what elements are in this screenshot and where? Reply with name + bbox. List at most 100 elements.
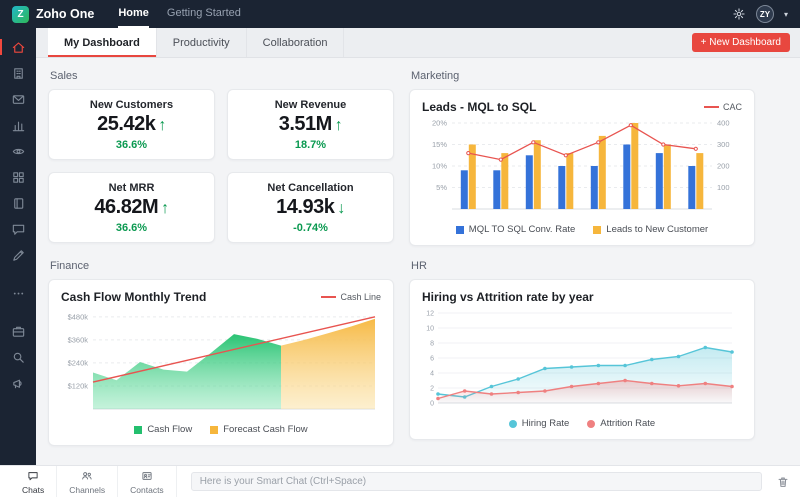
chat-tab-label: Channels	[69, 484, 106, 495]
sidebar-mail-icon[interactable]	[0, 86, 36, 112]
sidebar-organization-icon[interactable]	[0, 60, 36, 86]
tab-my-dashboard[interactable]: My Dashboard	[48, 28, 157, 57]
chat-tabs: Chats Channels Contacts	[10, 466, 177, 497]
finance-section: Finance Cash Flow Monthly Trend Cash Lin…	[48, 258, 394, 446]
marketing-section-title: Marketing	[411, 70, 460, 82]
kpi-value: 25.42k ↑	[97, 113, 166, 135]
svg-text:12: 12	[426, 311, 434, 318]
legend-swatch	[134, 425, 143, 434]
kpi-card-net-cancellation[interactable]: Net Cancellation 14.93k ↓ -0.74%	[227, 172, 394, 243]
svg-text:4: 4	[430, 371, 434, 378]
svg-text:$120k: $120k	[68, 381, 89, 390]
marketing-card-title: Leads - MQL to SQL	[422, 100, 537, 114]
hr-chart-card: Hiring vs Attrition rate by year 0 2 4 6 8 10…	[409, 279, 755, 440]
hr-section: HR Hiring vs Attrition rate by year 0 2 4 6…	[409, 258, 755, 446]
kpi-delta: 18.7%	[294, 139, 327, 151]
brand-name: Zoho One	[36, 7, 95, 21]
legend-label: Attrition Rate	[600, 418, 656, 429]
kpi-label: New Customers	[89, 99, 174, 111]
legend-item-leads-to-new-customer[interactable]: Leads to New Customer	[593, 224, 708, 235]
chatbar-tab-contacts[interactable]: Contacts	[118, 466, 177, 497]
kpi-delta: 36.6%	[115, 222, 148, 234]
sales-kpi-grid: New Customers 25.42k ↑ 36.6% New Revenue 3.51…	[48, 89, 394, 243]
sidebar-more-dots-icon[interactable]	[0, 280, 36, 306]
svg-text:10%: 10%	[432, 162, 447, 171]
legend-label: Hiring Rate	[521, 418, 570, 429]
topnav-home[interactable]: Home	[118, 0, 149, 28]
svg-text:6: 6	[430, 356, 434, 363]
kpi-card-net-mrr[interactable]: Net MRR 46.82M ↑ 36.6%	[48, 172, 215, 243]
hr-chart-legend: Hiring Rate Attrition Rate	[422, 418, 742, 429]
sidebar-megaphone-icon[interactable]	[0, 370, 36, 396]
svg-text:15%: 15%	[432, 140, 447, 149]
kpi-value: 3.51M ↑	[278, 113, 343, 135]
legend-item-cash-flow[interactable]: Cash Flow	[134, 424, 192, 435]
svg-text:10: 10	[426, 326, 434, 333]
chat-tab-label: Chats	[22, 484, 45, 495]
app-sidebar	[0, 28, 36, 465]
sidebar-notebook-icon[interactable]	[0, 190, 36, 216]
legend-label: MQL TO SQL Conv. Rate	[468, 224, 576, 235]
sidebar-chat-icon[interactable]	[0, 216, 36, 242]
svg-text:200: 200	[717, 162, 730, 171]
finance-chart-legend: Cash Flow Forecast Cash Flow	[61, 424, 381, 435]
contacts-icon	[141, 470, 153, 484]
svg-text:5%: 5%	[436, 183, 447, 192]
legend-item-forecast-cash-flow[interactable]: Forecast Cash Flow	[210, 424, 308, 435]
red-line-swatch	[321, 296, 337, 298]
finance-card-header: Cash Flow Monthly Trend Cash Line	[61, 290, 381, 304]
svg-text:20%: 20%	[432, 119, 447, 128]
new-dashboard-button[interactable]: + New Dashboard	[691, 33, 790, 52]
smart-chat-input[interactable]	[190, 472, 762, 491]
kpi-label: Net Cancellation	[267, 182, 354, 194]
finance-section-title: Finance	[50, 260, 90, 272]
kpi-delta: -0.74%	[293, 222, 328, 234]
legend-swatch	[210, 425, 219, 434]
legend-item-attrition-rate[interactable]: Attrition Rate	[587, 418, 655, 429]
sidebar-briefcase-icon[interactable]	[0, 318, 36, 344]
user-avatar[interactable]: ZY	[755, 5, 774, 23]
legend-item-hiring-rate[interactable]: Hiring Rate	[508, 418, 570, 429]
chatbar-tab-channels[interactable]: Channels	[57, 466, 119, 497]
svg-text:$360k: $360k	[68, 335, 89, 344]
brand: Z Zoho One	[12, 5, 95, 23]
sidebar-eye-icon[interactable]	[0, 138, 36, 164]
legend-swatch	[593, 225, 602, 234]
chatbar-tab-chats[interactable]: Chats	[10, 466, 58, 497]
marketing-chart-legend: MQL TO SQL Conv. Rate Leads to New Custom…	[422, 224, 742, 235]
hr-section-title: HR	[411, 260, 427, 272]
svg-text:0: 0	[430, 401, 434, 408]
dashboard-tabbar: My Dashboard Productivity Collaboration + …	[36, 28, 800, 58]
legend-item-mql-to-sql-conv-rate[interactable]: MQL TO SQL Conv. Rate	[455, 224, 576, 235]
sales-section-title: Sales	[50, 70, 78, 82]
sidebar-edit-icon[interactable]	[0, 242, 36, 268]
cac-line-legend: CAC	[703, 102, 742, 112]
marketing-card-header: Leads - MQL to SQL CAC	[422, 100, 742, 114]
svg-text:300: 300	[717, 140, 730, 149]
kpi-card-new-customers[interactable]: New Customers 25.42k ↑ 36.6%	[48, 89, 215, 160]
svg-text:2: 2	[430, 386, 434, 393]
sidebar-search-icon[interactable]	[0, 344, 36, 370]
finance-area-chart: $120k $240k $360k $480k	[61, 307, 381, 422]
cac-legend-label: CAC	[722, 102, 742, 112]
tab-collaboration[interactable]: Collaboration	[247, 28, 345, 57]
cash-line-legend: Cash Line	[321, 292, 381, 302]
bin-icon[interactable]	[776, 475, 790, 489]
kpi-card-new-revenue[interactable]: New Revenue 3.51M ↑ 18.7%	[227, 89, 394, 160]
legend-label: Forecast Cash Flow	[223, 424, 308, 435]
topbar-right: ZY ▾	[732, 5, 788, 23]
chevron-down-icon[interactable]: ▾	[784, 10, 788, 19]
red-line-swatch	[703, 106, 719, 108]
sidebar-apps-icon[interactable]	[0, 164, 36, 190]
svg-text:400: 400	[717, 119, 730, 128]
dashboard-tabs: My Dashboard Productivity Collaboration	[48, 28, 345, 57]
hr-card-title: Hiring vs Attrition rate by year	[422, 290, 594, 304]
sidebar-chart-icon[interactable]	[0, 112, 36, 138]
sidebar-home-icon[interactable]	[0, 34, 36, 60]
tab-productivity[interactable]: Productivity	[157, 28, 247, 57]
topnav-getting-started[interactable]: Getting Started	[167, 0, 241, 28]
topbar: Z Zoho One Home Getting Started ZY ▾	[0, 0, 800, 28]
settings-gear-icon[interactable]	[732, 7, 746, 21]
svg-text:$240k: $240k	[68, 358, 89, 367]
channels-icon	[81, 470, 93, 484]
